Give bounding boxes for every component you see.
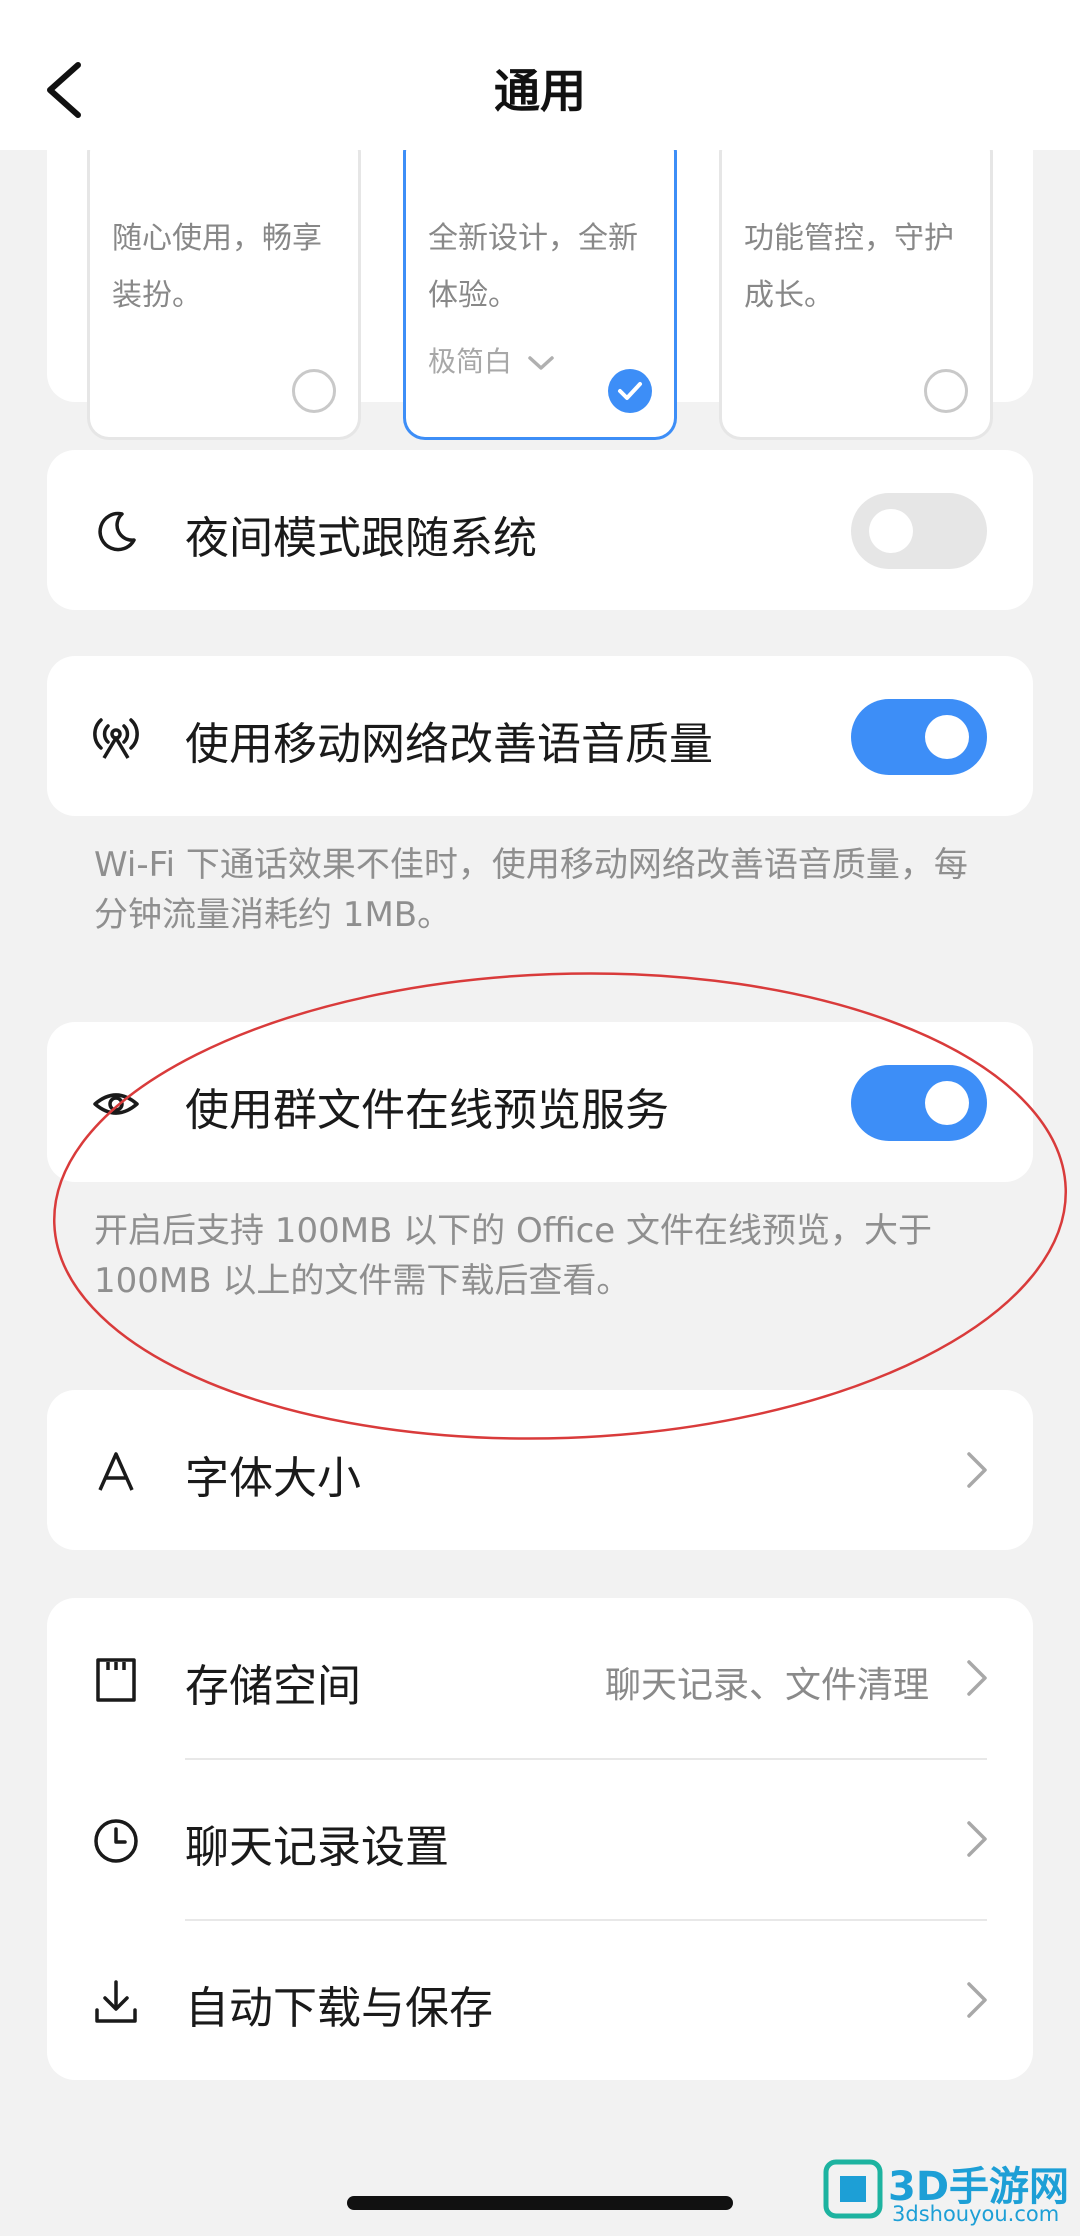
radio-button[interactable] (924, 369, 968, 413)
storage-row[interactable]: 存储空间 聊天记录、文件清理 (47, 1598, 1033, 1758)
theme-name-label: 极简白 (428, 345, 513, 378)
clock-icon (94, 1819, 138, 1863)
chevron-down-icon (528, 356, 554, 370)
mobile-voice-label: 使用移动网络改善语音质量 (185, 719, 713, 770)
home-indicator[interactable] (347, 2196, 733, 2210)
night-mode-label: 夜间模式跟随系统 (185, 513, 537, 564)
chat-history-row[interactable]: 聊天记录设置 (47, 1759, 1033, 1919)
storage-value: 聊天记录、文件清理 (604, 1665, 929, 1706)
toggle-knob (925, 715, 969, 759)
storage-group-card: 存储空间 聊天记录、文件清理 聊天记录设置 自动下载与保存 (47, 1598, 1033, 2080)
eye-icon (93, 1093, 139, 1115)
chat-history-label: 聊天记录设置 (185, 1822, 449, 1873)
chevron-right-icon (967, 1982, 987, 2018)
checkmark-icon (618, 382, 642, 400)
mobile-voice-toggle[interactable] (851, 699, 987, 775)
watermark-logo-icon (823, 2159, 883, 2219)
group-preview-note: 开启后支持 100MB 以下的 Office 文件在线预览，大于 100MB 以… (94, 1211, 933, 1301)
night-mode-card: 夜间模式跟随系统 (47, 450, 1033, 610)
radio-button[interactable] (292, 369, 336, 413)
chevron-right-icon (967, 1660, 987, 1696)
chevron-right-icon (967, 1452, 987, 1488)
storage-card-icon (96, 1658, 136, 1702)
watermark: 3D手游网 3dshouyou.com (822, 2152, 1072, 2232)
group-preview-label: 使用群文件在线预览服务 (185, 1085, 669, 1136)
night-mode-row: 夜间模式跟随系统 (47, 450, 1033, 610)
auto-download-row[interactable]: 自动下载与保存 (47, 1920, 1033, 2080)
mobile-voice-card: 使用移动网络改善语音质量 (47, 656, 1033, 816)
storage-label: 存储空间 (185, 1661, 361, 1712)
group-preview-row: 使用群文件在线预览服务 (47, 1022, 1033, 1182)
theme-description: 功能管控，守护成长。 (744, 221, 954, 313)
group-preview-card: 使用群文件在线预览服务 (47, 1022, 1033, 1182)
font-a-icon (98, 1452, 134, 1491)
theme-name-dropdown[interactable]: 极简白 (428, 340, 555, 380)
toggle-knob (925, 1081, 969, 1125)
antenna-icon (93, 718, 139, 759)
page-title: 通用 (494, 64, 586, 118)
font-size-row[interactable]: 字体大小 (47, 1390, 1033, 1550)
mobile-voice-note: Wi-Fi 下通话效果不佳时，使用移动网络改善语音质量，每分钟流量消耗约 1MB… (94, 845, 968, 935)
theme-description: 全新设计，全新体验。 (428, 221, 638, 313)
mobile-voice-row: 使用移动网络改善语音质量 (47, 656, 1033, 816)
group-preview-toggle[interactable] (851, 1065, 987, 1141)
download-icon (95, 1980, 137, 2023)
theme-description: 随心使用，畅享装扮。 (112, 221, 322, 313)
chevron-right-icon (967, 1821, 987, 1857)
night-mode-toggle[interactable] (851, 493, 987, 569)
moon-icon (98, 511, 136, 552)
nav-bar: 通用 (0, 0, 1080, 150)
watermark-url: 3dshouyou.com (892, 2202, 1060, 2226)
toggle-knob (869, 509, 913, 553)
font-size-label: 字体大小 (185, 1453, 361, 1504)
font-size-card: 字体大小 (47, 1390, 1033, 1550)
theme-option-3[interactable]: 功能管控，守护成长。 (719, 130, 993, 440)
theme-option-2[interactable]: 全新设计，全新体验。 极简白 (403, 130, 677, 440)
auto-download-label: 自动下载与保存 (185, 1983, 493, 2034)
radio-button-checked[interactable] (608, 369, 652, 413)
theme-option-1[interactable]: 随心使用，畅享装扮。 (87, 130, 361, 440)
